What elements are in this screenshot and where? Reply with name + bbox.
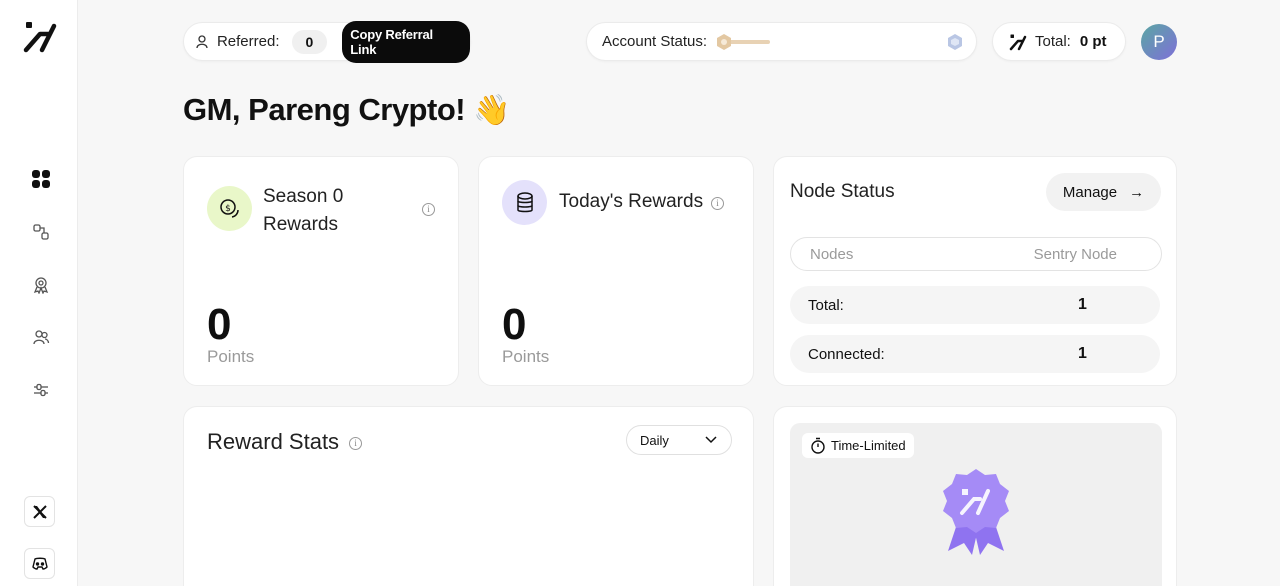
nav-referrals-icon[interactable] (26, 322, 56, 352)
season-points-value: 0 (207, 300, 232, 349)
copy-referral-link-button[interactable]: Copy Referral Link (342, 20, 470, 63)
node-row-label: Connected: (808, 345, 885, 363)
season-title-line2: Rewards (263, 214, 338, 235)
nav-rewards-icon[interactable] (26, 270, 56, 300)
waving-hand-icon: 👋 (473, 94, 511, 127)
node-row-value: 1 (1078, 345, 1087, 362)
time-limited-text: Time-Limited (831, 438, 906, 453)
node-row-connected: Connected: 1 (790, 335, 1160, 373)
reward-stats-card: Reward Stats i Daily (183, 406, 754, 586)
svg-text:$: $ (225, 204, 231, 214)
sidebar (0, 0, 78, 586)
account-status-label: Account Status: (602, 33, 708, 50)
account-status-track (717, 33, 949, 51)
referred-label: Referred: (216, 33, 280, 50)
database-icon (502, 180, 547, 225)
referral-pill: Referred: 0 Copy Referral Link (183, 20, 471, 63)
promo-card: Time-Limited (773, 406, 1177, 586)
reward-stats-title-text: Reward Stats (207, 429, 340, 454)
period-select[interactable]: Daily (626, 425, 732, 455)
node-row-value: 1 (1078, 296, 1087, 313)
nav-nodes-icon[interactable] (26, 217, 56, 247)
arrow-right-icon: → (1129, 183, 1145, 201)
node-status-title: Node Status (790, 181, 895, 202)
season-points-unit: Points (207, 347, 255, 366)
season-rewards-title: Season 0 Rewards (263, 183, 343, 239)
account-status-pill: Account Status: (586, 22, 977, 61)
chevron-down-icon (705, 436, 717, 444)
node-row-label: Total: (808, 296, 844, 314)
reward-stats-info-icon[interactable]: i (349, 436, 363, 450)
node-row-total: Total: 1 (790, 286, 1160, 324)
points-logo-icon (1009, 34, 1027, 50)
promo-banner[interactable]: Time-Limited (790, 423, 1162, 586)
todays-rewards-card: Today's Rewards i 0 Points (478, 156, 754, 386)
total-value: 0 pt (1079, 33, 1107, 50)
greeting-title: GM, Pareng Crypto! 👋 (183, 92, 511, 128)
avatar[interactable]: P (1141, 24, 1177, 60)
coins-icon: $ (207, 186, 252, 231)
stopwatch-icon (811, 437, 825, 454)
time-limited-badge: Time-Limited (802, 433, 914, 458)
award-ribbon-icon (943, 469, 1009, 555)
today-points-unit: Points (502, 347, 550, 366)
season-info-icon[interactable]: i (422, 203, 435, 216)
todays-rewards-title: Today's Rewards (559, 191, 704, 212)
app-logo-icon[interactable] (22, 18, 58, 54)
col-nodes: Nodes (810, 245, 854, 263)
node-status-card: Node Status Manage → Nodes Sentry Node T… (773, 156, 1177, 386)
nav-dashboard-icon[interactable] (26, 164, 56, 194)
season-rewards-card: $ Season 0 Rewards i 0 Points (183, 156, 459, 386)
today-points-value: 0 (502, 300, 527, 349)
season-title-line1: Season 0 (263, 186, 344, 207)
nav-settings-icon[interactable] (26, 375, 56, 405)
discord-icon[interactable] (24, 548, 55, 579)
manage-button[interactable]: Manage → (1046, 173, 1161, 211)
total-label: Total: (1035, 33, 1071, 50)
today-info-icon[interactable]: i (711, 197, 724, 210)
total-points-pill: Total: 0 pt (992, 22, 1126, 61)
referred-count: 0 (291, 29, 328, 54)
reward-stats-title: Reward Stats i (207, 429, 363, 455)
status-start-badge-icon (717, 33, 732, 50)
status-end-badge-icon (948, 34, 962, 50)
user-icon (196, 34, 208, 48)
node-table-header: Nodes Sentry Node (790, 237, 1162, 271)
manage-label: Manage (1062, 183, 1118, 201)
period-select-value: Daily (640, 432, 669, 448)
greeting-text: GM, Pareng Crypto! (183, 92, 466, 127)
col-sentry-node: Sentry Node (1033, 245, 1117, 263)
x-twitter-icon[interactable] (24, 496, 55, 527)
